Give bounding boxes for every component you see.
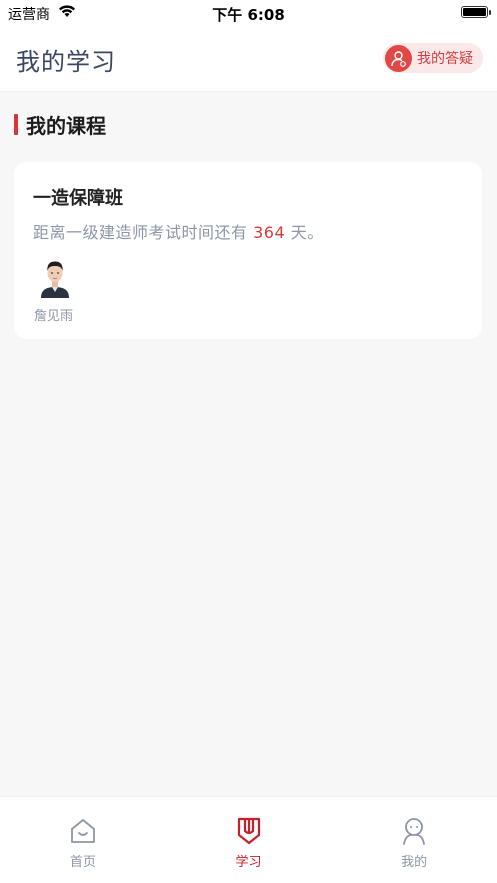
header: 我的学习 我的答疑	[0, 26, 497, 92]
tab-study-label: 学习	[235, 855, 262, 870]
tab-study[interactable]: 学习	[166, 797, 332, 883]
tab-bar: 首页 学习 我的	[0, 796, 497, 883]
exam-countdown: 距离一级建造师考试时间还有 364 天。	[33, 219, 324, 243]
person-question-icon	[385, 44, 412, 72]
tab-mine[interactable]: 我的	[331, 797, 497, 883]
course-title: 一造保障班	[33, 188, 123, 209]
clock: 下午 6:08	[212, 6, 285, 24]
page-title: 我的学习	[16, 48, 116, 76]
my-questions-button[interactable]: 我的答疑	[383, 43, 483, 73]
tab-home-label: 首页	[69, 855, 96, 870]
course-card[interactable]: 一造保障班 距离一级建造师考试时间还有 364 天。 詹见雨	[14, 162, 482, 339]
section-heading: 我的课程	[14, 110, 106, 139]
tab-mine-label: 我的	[401, 855, 428, 870]
status-bar: 运营商 下午 6:08	[0, 0, 497, 26]
countdown-days: 364	[253, 223, 286, 242]
heading-accent-bar	[14, 114, 18, 135]
section-heading-text: 我的课程	[26, 114, 106, 138]
profile-icon	[403, 818, 426, 845]
tab-home[interactable]: 首页	[0, 797, 166, 883]
home-icon	[70, 819, 95, 843]
countdown-suffix: 天。	[285, 223, 324, 242]
my-questions-label: 我的答疑	[417, 51, 473, 67]
teacher-avatar	[40, 258, 70, 298]
battery-icon	[461, 6, 491, 18]
book-icon	[237, 817, 260, 845]
countdown-prefix: 距离一级建造师考试时间还有	[33, 223, 254, 242]
teacher-name: 詹见雨	[34, 309, 74, 324]
